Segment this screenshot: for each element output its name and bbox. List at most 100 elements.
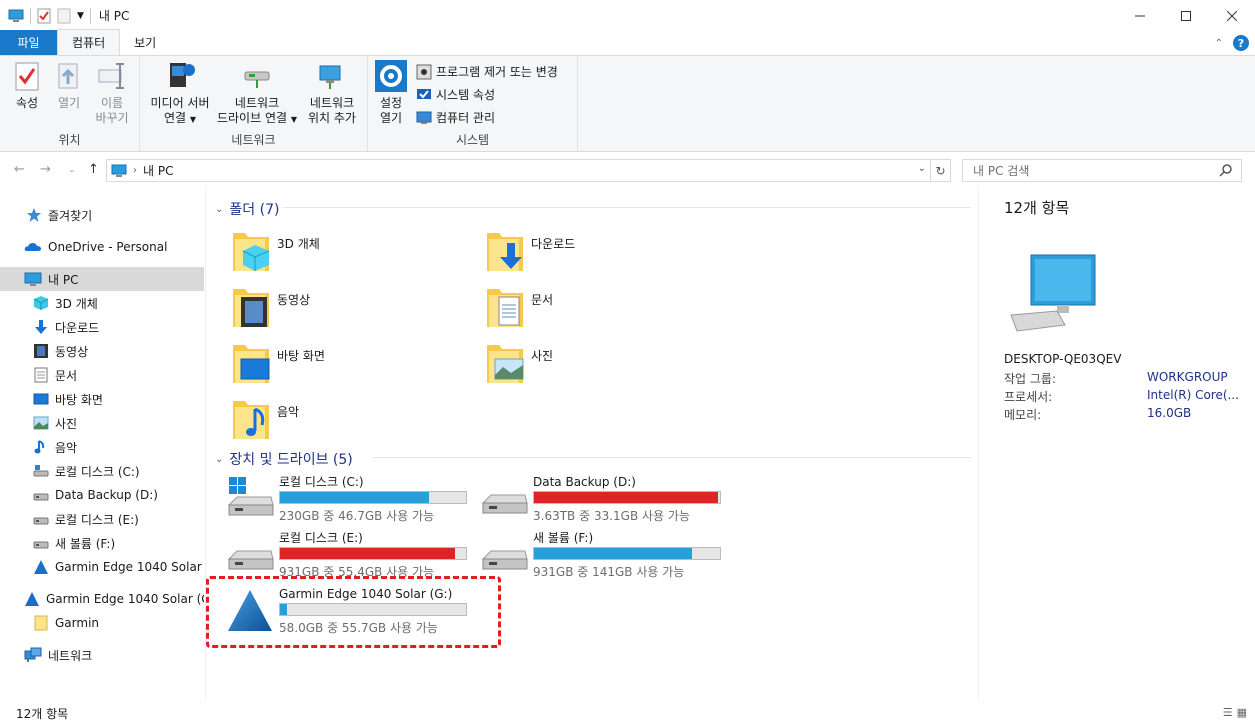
forward-button[interactable]: → (40, 162, 51, 177)
properties-button[interactable]: 속성 (10, 60, 44, 111)
breadcrumb-separator[interactable]: › (133, 165, 137, 176)
customize-qat-icon[interactable]: ▼ (77, 11, 84, 21)
drive-tile-c[interactable]: 로컬 디스크 (C:) 230GB 중 46.7GB 사용 가능 (227, 475, 467, 524)
map-drive-label-line1: 네트워크 (234, 96, 280, 110)
search-placeholder: 내 PC 검색 (973, 164, 1030, 178)
details-item-count: 12개 항목 (1004, 199, 1070, 217)
nav-label: 사진 (55, 416, 78, 431)
drive-tile-f[interactable]: 새 볼륨 (F:) 931GB 중 141GB 사용 가능 (481, 531, 721, 580)
pictures-folder-icon (487, 345, 524, 383)
network-drive-icon (244, 71, 270, 88)
section-header-drives[interactable]: ⌄ 장치 및 드라이브 (5) (215, 449, 353, 469)
folder-music[interactable]: 음악 (231, 395, 299, 443)
add-network-location-button[interactable]: 네트워크 위치 추가 (302, 60, 362, 126)
nav-item-videos[interactable]: 동영상 (0, 339, 204, 363)
nav-item-documents[interactable]: 문서 (0, 363, 204, 387)
nav-item-desktop[interactable]: 바탕 화면 (0, 387, 204, 411)
nav-label: Garmin (55, 616, 100, 630)
close-button[interactable] (1209, 0, 1255, 31)
uninstall-program-button[interactable]: 프로그램 제거 또는 변경 (416, 63, 558, 80)
open-button[interactable]: 열기 (54, 60, 84, 111)
network-location-icon (319, 65, 341, 89)
add-location-label-line1: 네트워크 (309, 96, 355, 110)
refresh-button[interactable]: ↻ (930, 160, 950, 181)
tab-view[interactable]: 보기 (120, 30, 170, 55)
uninstall-label: 프로그램 제거 또는 변경 (436, 65, 558, 79)
garmin-icon (25, 592, 39, 606)
nav-item-3d-objects[interactable]: 3D 개체 (0, 291, 204, 315)
system-properties-button[interactable]: 시스템 속성 (416, 86, 495, 103)
address-dropdown-icon[interactable]: ⌄ (918, 163, 926, 174)
search-input[interactable]: 내 PC 검색 (962, 159, 1242, 182)
section-title: 장치 및 드라이브 (5) (229, 452, 353, 468)
chevron-down-icon: ▼ (290, 115, 298, 124)
nav-item-music[interactable]: 음악 (0, 435, 204, 459)
nav-label: 로컬 디스크 (C:) (55, 464, 140, 479)
up-button[interactable]: ↑ (88, 162, 99, 177)
folder-documents[interactable]: 문서 (485, 283, 553, 331)
maximize-button[interactable] (1163, 0, 1209, 31)
media-server-button[interactable]: 미디어 서버 연결 ▼ (144, 60, 216, 127)
back-button[interactable]: ← (14, 162, 25, 177)
drive-usage-fill (534, 548, 693, 559)
ribbon-group-network: 미디어 서버 연결 ▼ 네트워크 드라이브 연결 ▼ 네트워크 위치 추가 네트… (140, 56, 368, 152)
computer-management-button[interactable]: 컴퓨터 관리 (416, 109, 495, 126)
nav-item-garmin-folder[interactable]: Garmin (0, 611, 204, 635)
new-folder-icon[interactable] (57, 8, 71, 24)
tab-computer[interactable]: 컴퓨터 (57, 29, 121, 55)
nav-item-drive-c[interactable]: 로컬 디스크 (C:) (0, 459, 204, 483)
folder-desktop[interactable]: 바탕 화면 (231, 339, 325, 387)
drive-usage-bar (279, 491, 467, 504)
drive-usage-bar (533, 547, 721, 560)
map-network-drive-button[interactable]: 네트워크 드라이브 연결 ▼ (216, 60, 298, 127)
nav-item-downloads[interactable]: 다운로드 (0, 315, 204, 339)
folder-3d-objects[interactable]: 3D 개체 (231, 227, 320, 275)
drive-usage-fill (280, 492, 429, 503)
drive-tile-d[interactable]: Data Backup (D:) 3.63TB 중 33.1GB 사용 가능 (481, 475, 721, 524)
folder-videos[interactable]: 동영상 (231, 283, 310, 331)
help-icon[interactable]: ? (1233, 35, 1249, 51)
drive-icon (481, 494, 528, 514)
breadcrumb-current[interactable]: 내 PC (143, 162, 173, 179)
properties-icon[interactable] (37, 8, 51, 24)
nav-item-garmin-device[interactable]: Garmin Edge 1040 Solar (G:) (0, 587, 204, 611)
drive-usage-fill (280, 548, 455, 559)
folder-downloads[interactable]: 다운로드 (485, 227, 575, 275)
nav-item-this-pc[interactable]: 내 PC (0, 267, 204, 291)
drive-icon (33, 465, 49, 477)
desktop-folder-icon (233, 345, 270, 383)
chevron-down-icon: ⌄ (215, 453, 224, 465)
details-view-icon[interactable]: ☰ (1223, 706, 1233, 719)
section-header-folders[interactable]: ⌄ 폴더 (7) (215, 199, 279, 219)
tiles-view-icon[interactable]: ▦ (1237, 706, 1247, 719)
nav-label: 3D 개체 (55, 296, 98, 311)
chevron-down-icon: ▼ (189, 115, 197, 124)
address-bar[interactable]: › 내 PC ⌄ ↻ (106, 159, 951, 182)
nav-item-drive-e[interactable]: 로컬 디스크 (E:) (0, 507, 204, 531)
folder-pictures[interactable]: 사진 (485, 339, 553, 387)
nav-item-quick-access[interactable]: 즐겨찾기 (0, 203, 204, 227)
details-row-workgroup: 작업 그룹: WORKGROUP (1004, 370, 1254, 387)
nav-item-onedrive[interactable]: OneDrive - Personal (0, 235, 204, 259)
collapse-ribbon-icon[interactable]: ⌃ (1215, 38, 1223, 49)
tab-file[interactable]: 파일 (0, 30, 57, 55)
group-label-system: 시스템 (455, 133, 490, 147)
drive-name: 로컬 디스크 (C:) (279, 475, 364, 489)
nav-item-network[interactable]: 네트워크 (0, 643, 204, 667)
nav-item-pictures[interactable]: 사진 (0, 411, 204, 435)
folder-name: 음악 (277, 405, 300, 419)
nav-item-drive-d[interactable]: Data Backup (D:) (0, 483, 204, 507)
this-pc-icon (8, 9, 24, 22)
nav-item-garmin-drive-g[interactable]: Garmin Edge 1040 Solar (G: (0, 555, 204, 579)
rename-button[interactable]: 이름 바꾸기 (92, 60, 132, 126)
minimize-button[interactable] (1117, 0, 1163, 31)
recent-locations-icon[interactable]: ⌄ (68, 165, 76, 175)
drive-tile-e[interactable]: 로컬 디스크 (E:) 931GB 중 55.4GB 사용 가능 (227, 531, 467, 580)
nav-item-drive-f[interactable]: 새 볼륨 (F:) (0, 531, 204, 555)
nav-label: 다운로드 (55, 320, 100, 335)
video-icon (34, 344, 48, 358)
open-settings-button[interactable]: 설정 열기 (374, 60, 408, 126)
toolbar-separator (30, 7, 31, 24)
settings-label-line2: 열기 (379, 111, 403, 125)
drive-icon (33, 541, 49, 549)
